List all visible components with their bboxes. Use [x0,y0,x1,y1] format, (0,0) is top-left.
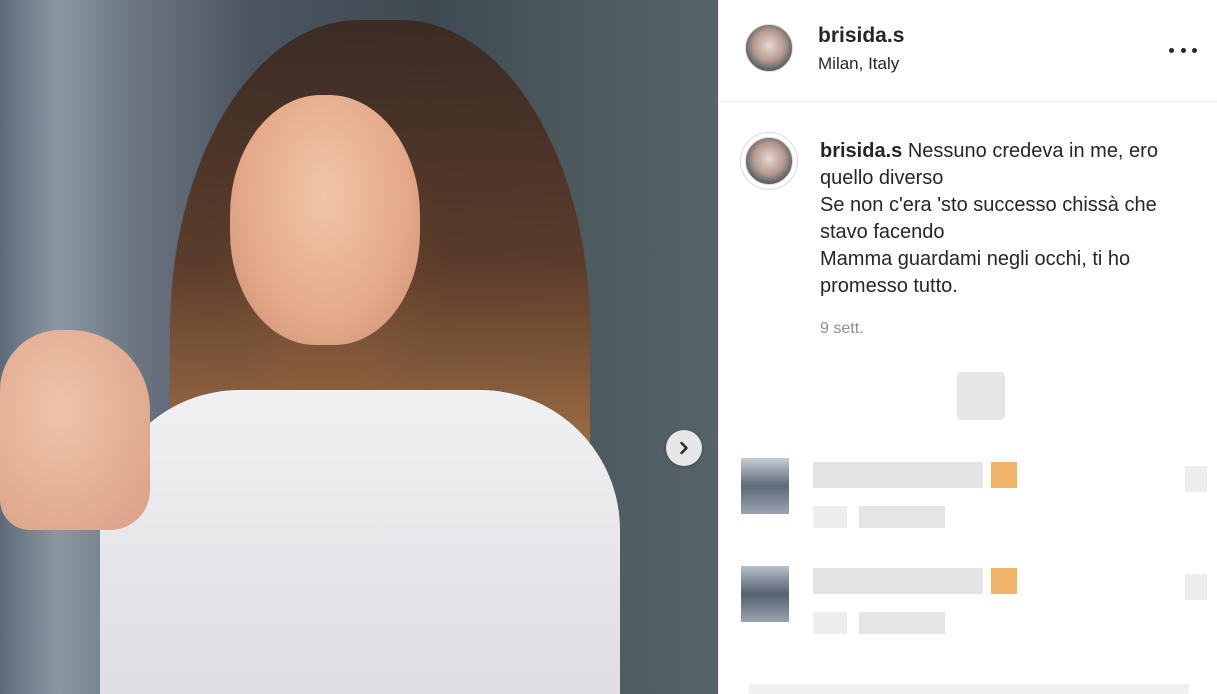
more-options-icon [1169,47,1174,53]
header-username[interactable]: brisida.s [818,24,904,48]
caption-line: stavo facendo [820,221,945,243]
caption-line: Nessuno credeva in me, ero [907,140,1158,162]
avatar[interactable] [745,24,793,72]
loading-indicator [957,372,1005,420]
comment-emoji [991,462,1017,488]
caption-line: Mamma guardami negli occhi, ti ho [820,248,1131,270]
comment-text [813,568,983,594]
header-location[interactable]: Milan, Italy [818,54,899,74]
comment-reply[interactable] [859,506,945,528]
photo-hand [0,330,150,530]
caption-username[interactable]: brisida.s [820,140,902,162]
post-photo [0,0,718,694]
comment-meta [813,612,847,634]
photo-shirt [100,390,620,694]
next-photo-button[interactable] [666,430,702,466]
caption-avatar-ring[interactable] [740,132,798,190]
post-header: brisida.s Milan, Italy [719,0,1217,102]
comment-avatar[interactable] [741,566,789,622]
caption-line: Se non c'era 'sto successo chissà che [820,194,1157,216]
comment-meta [813,506,847,528]
photo-face [230,95,420,345]
comment-like-icon[interactable] [1185,466,1207,492]
chevron-right-icon [680,441,688,455]
comment-text [813,462,983,488]
post-timestamp: 9 sett. [820,320,864,337]
comment-partial [749,684,1189,694]
more-options-button[interactable] [1169,38,1197,62]
post-side-panel: brisida.s Milan, Italy brisida.s Nessuno… [718,0,1217,694]
comment-avatar[interactable] [741,458,789,514]
comment-reply[interactable] [859,612,945,634]
comment-like-icon[interactable] [1185,574,1207,600]
caption-line: quello diverso [820,167,944,189]
caption-avatar [745,137,793,185]
caption-text: brisida.s Nessuno credeva in me, ero que… [820,138,1200,300]
caption-line: promesso tutto. [820,275,958,297]
comment-emoji [991,568,1017,594]
